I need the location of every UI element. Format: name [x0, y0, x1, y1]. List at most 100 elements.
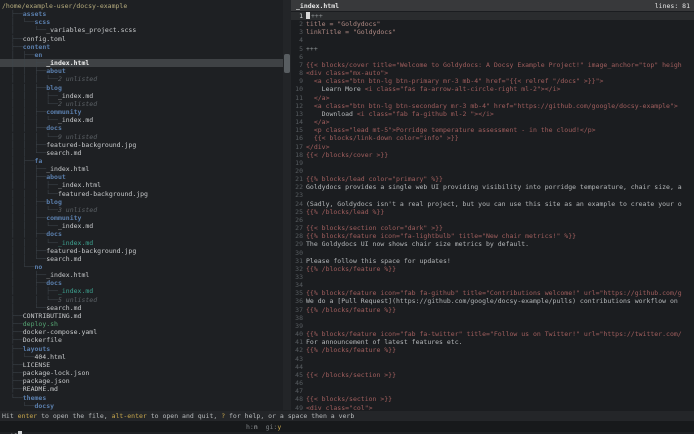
line-number: 14 — [291, 118, 303, 126]
line-number: 32 — [291, 265, 303, 273]
preview-line: 43 — [291, 355, 694, 363]
tree-branch-lines: │ │ │ └── — [11, 116, 58, 124]
line-number: 19 — [291, 159, 303, 167]
tree-row[interactable]: │ │ ├──featured-background.jpg — [11, 247, 283, 255]
text-segment: {{< blocks/link-down color="info" >}} — [306, 134, 459, 142]
text-segment: {{< /blocks/cover >}} — [306, 151, 388, 159]
tree-row[interactable]: │ │ │ ├──_index.html — [11, 181, 283, 189]
tree-row[interactable]: │ │ │ └──9 unlisted — [11, 133, 283, 141]
tree-branch-lines: ├── — [11, 320, 23, 328]
tree-row[interactable]: │ │ ├──blog — [11, 198, 283, 206]
tree-row[interactable]: │ │ │ └──featured-background.jpg — [11, 190, 283, 198]
text-segment: {{% /blocks/feature %}} — [306, 265, 396, 273]
line-number: 31 — [291, 257, 303, 265]
tree-row[interactable]: │ │ │ ├──_index.md — [11, 92, 283, 100]
status-hint-bar: Hit enter to open the file, alt-enter to… — [0, 411, 694, 421]
tree-file-label: _index.html — [58, 181, 101, 189]
line-content — [303, 281, 694, 289]
preview-line: 42{{% /blocks/feature %}} — [291, 346, 694, 354]
tree-row[interactable]: │ │ │ └──_index.md — [11, 239, 283, 247]
preview-line: 3linkTitle = "Goldydocs" — [291, 28, 694, 36]
tree-file-label: 2 unlisted — [58, 75, 97, 83]
line-number: 36 — [291, 297, 303, 305]
line-content — [303, 322, 694, 330]
preview-body: 1+++2title = "Goldydocs"3linkTitle = "Go… — [291, 11, 694, 412]
text-segment: +++ — [306, 45, 318, 53]
tree-row[interactable]: │ │ │ └──3 unlisted — [11, 206, 283, 214]
preview-header: _index.html lines: 81 — [291, 0, 694, 11]
line-content: {{% /blocks/lead %}} — [303, 208, 694, 216]
tree-row[interactable]: │ │ ├──community — [11, 214, 283, 222]
line-number: 27 — [291, 224, 303, 232]
tree-branch-lines: │ │ │ ├── — [11, 92, 58, 100]
command-input-bar[interactable]: :e h:n gi:y — [0, 421, 694, 432]
line-content: {{% blocks/lead color="primary" %}} — [303, 175, 694, 183]
preview-line: 39 — [291, 322, 694, 330]
tree-row[interactable]: │ │ └──search.md — [11, 255, 283, 263]
tree-row[interactable]: ├──layouts — [11, 345, 283, 353]
line-content: </a> — [303, 118, 694, 126]
tree-row[interactable]: │ │ └──search.md — [11, 149, 283, 157]
line-number: 5 — [291, 45, 303, 53]
line-number: 18 — [291, 151, 303, 159]
command-input-value[interactable]: :e — [10, 431, 18, 434]
line-number: 41 — [291, 338, 303, 346]
tree-row[interactable]: │ │ │ └──2 unlisted — [11, 100, 283, 108]
mode-flags: h:n gi:y — [246, 423, 281, 431]
preview-line: 5+++ — [291, 45, 694, 53]
tree-row[interactable]: ├──README.md — [11, 385, 283, 393]
tree-file-label: _index.md — [58, 239, 93, 247]
tree-row[interactable]: ├──content — [11, 43, 283, 51]
line-number: 9 — [291, 77, 303, 85]
tree-row[interactable]: │ ├──fa — [11, 157, 283, 165]
text-segment: (Sadly, Goldydocs isn't a real project, … — [306, 200, 682, 208]
tree-row[interactable]: │ │ ├──_index.md — [11, 287, 283, 295]
tree-file-label: search.md — [46, 255, 81, 263]
line-number: 26 — [291, 216, 303, 224]
line-content: {{< /blocks/cover >}} — [303, 151, 694, 159]
tree-row[interactable]: │ │ ├──blog — [11, 84, 283, 92]
tree-row[interactable]: │ │ ├──docs — [11, 124, 283, 132]
tree-row[interactable]: │ ├──en — [11, 51, 283, 59]
tree-row[interactable]: └──docsy — [11, 402, 283, 410]
tree-row[interactable]: ├──CONTRIBUTING.md — [11, 312, 283, 320]
tree-file-label: _index.md — [58, 116, 93, 124]
line-content: {{% blocks/feature icon="fab fa-github" … — [303, 289, 694, 297]
line-content — [303, 159, 694, 167]
tree-row[interactable]: ├──package-lock.json — [11, 369, 283, 377]
preview-panel[interactable]: _index.html lines: 81 1+++2title = "Gold… — [291, 0, 694, 412]
tree-row[interactable]: │ │ │ └──2 unlisted — [11, 75, 283, 83]
tree-row[interactable]: ├──LICENSE — [11, 361, 283, 369]
tree-row[interactable]: │ └──_variables_project.scss — [11, 26, 283, 34]
scrollbar-thumb[interactable] — [284, 54, 290, 73]
text-segment: <p class="lead mt-5">Porridge temperatur… — [306, 126, 596, 134]
tree-row[interactable]: ├──config.toml — [11, 35, 283, 43]
tree-dir-label: assets — [23, 10, 46, 18]
tree-row[interactable]: │ └──search.md — [11, 304, 283, 312]
tree-branch-lines: ├── — [11, 10, 23, 18]
tree-row[interactable]: ├──assets — [11, 10, 283, 18]
root-path: /home/example-user/docsy-example — [0, 0, 283, 10]
text-segment: <a class="btn btn-lg btn-primary mr-3 mb… — [306, 77, 603, 85]
tree-row[interactable]: └──themes — [11, 394, 283, 402]
preview-line: 44 — [291, 363, 694, 371]
tree-row[interactable]: │ │ ├──community — [11, 108, 283, 116]
tree-row[interactable]: ├──Dockerfile — [11, 336, 283, 344]
tree-row[interactable]: │ └──404.html — [11, 353, 283, 361]
preview-line: 48{{< blocks/section >}} — [291, 395, 694, 403]
line-number: 33 — [291, 273, 303, 281]
tree-row[interactable]: │ │ ├──featured-background.jpg — [11, 141, 283, 149]
flag-acc: y — [277, 423, 281, 431]
flag-lbl: h: — [246, 423, 254, 431]
tree-file-label: _index.html — [46, 59, 89, 67]
tree-file-label: 404.html — [34, 353, 65, 361]
tree-row[interactable]: │ │ ├──docs — [11, 230, 283, 238]
line-number: 28 — [291, 232, 303, 240]
tree-file-label: featured-background.jpg — [58, 190, 148, 198]
preview-line: 41For announcement of latest features et… — [291, 338, 694, 346]
line-number: 39 — [291, 322, 303, 330]
text-segment: {{% /blocks/feature %}} — [306, 346, 396, 354]
tree-dir-label: community — [46, 214, 81, 222]
tree-row[interactable]: │ │ └──5 unlisted — [11, 296, 283, 304]
tree-row[interactable]: │ └──no — [11, 263, 283, 271]
